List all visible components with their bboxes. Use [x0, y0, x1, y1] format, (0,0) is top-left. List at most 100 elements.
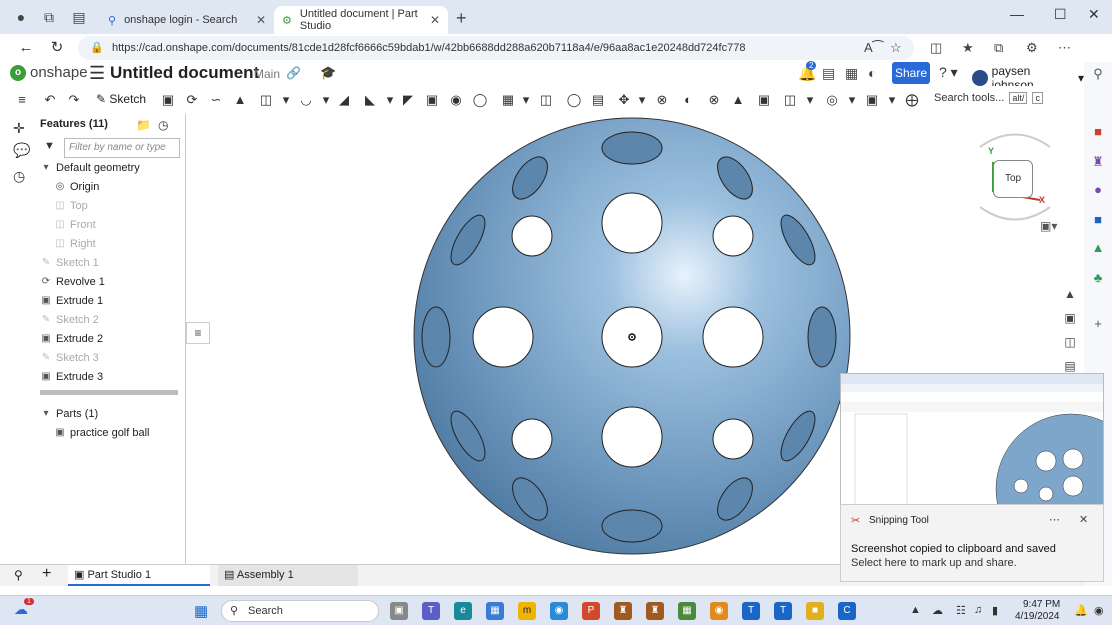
document-menu-icon[interactable]: ☰: [89, 63, 105, 84]
chevron-down-icon[interactable]: ▾: [382, 92, 398, 108]
delete-face-icon[interactable]: ⊗: [706, 92, 722, 108]
tree-group-parts[interactable]: ▾ Parts (1): [40, 406, 98, 422]
browser-tab-search[interactable]: ⚲ onshape login - Search ✕: [100, 6, 274, 34]
branch-label[interactable]: Main: [254, 67, 280, 81]
browser-tab-onshape[interactable]: ⚙ Untitled document | Part Studio ✕: [274, 6, 448, 34]
sketch-button[interactable]: ✎ Sketch: [96, 92, 146, 106]
app-icon-2[interactable]: ♜: [646, 602, 664, 620]
search-tools-button[interactable]: Search tools... alt/ c: [934, 92, 1043, 104]
tree-group-default-geometry[interactable]: ▾ Default geometry: [40, 160, 139, 176]
tree-icon[interactable]: ♣: [1091, 270, 1105, 285]
more-options-icon[interactable]: ⋯: [1049, 513, 1060, 526]
history-icon[interactable]: ◷: [13, 168, 25, 185]
pattern-icon[interactable]: ▦: [500, 92, 516, 108]
teams-icon[interactable]: T: [422, 602, 440, 620]
shell-icon[interactable]: ▣: [424, 92, 440, 108]
replace-face-icon[interactable]: ▣: [756, 92, 772, 108]
add-variable-icon[interactable]: ✛: [13, 120, 25, 137]
file-explorer-icon[interactable]: ■: [806, 602, 824, 620]
thicken-icon[interactable]: ◫: [258, 92, 274, 108]
tree-item-revolve-1[interactable]: ⟳ Revolve 1: [40, 274, 105, 290]
add-folder-icon[interactable]: 📁: [136, 118, 151, 132]
tree-item-extrude-2[interactable]: ▣ Extrude 2: [40, 331, 103, 347]
profile-icon[interactable]: ●: [12, 8, 30, 26]
powerpoint-icon[interactable]: P: [582, 602, 600, 620]
section-view-icon[interactable]: ◫: [1061, 335, 1079, 353]
onedrive-icon[interactable]: ☁: [932, 604, 943, 617]
chrome-icon[interactable]: ◉: [550, 602, 568, 620]
copilot-icon[interactable]: ◉: [1094, 604, 1104, 617]
drop-icon[interactable]: ▲: [1091, 240, 1105, 255]
tree-item-part[interactable]: ▣ practice golf ball: [54, 425, 149, 441]
tree-item-sketch-1[interactable]: ✎ Sketch 1: [40, 255, 99, 271]
custom-feature-icon[interactable]: ⨁: [904, 92, 920, 108]
chevron-down-icon[interactable]: ▾: [278, 92, 294, 108]
share-button[interactable]: Share: [892, 62, 930, 84]
chevron-down-icon[interactable]: ▾: [884, 92, 900, 108]
chevron-down-icon[interactable]: ▾: [802, 92, 818, 108]
more-menu-icon[interactable]: ⋯: [1058, 40, 1071, 56]
search-icon[interactable]: ⚲: [1091, 66, 1105, 82]
chevron-down-icon[interactable]: ▾: [318, 92, 334, 108]
close-icon[interactable]: ✕: [1079, 513, 1088, 526]
fillet-icon[interactable]: ◡: [298, 92, 314, 108]
split-screen-icon[interactable]: ◫: [930, 40, 942, 56]
loft-icon[interactable]: ▲: [232, 92, 248, 108]
view-options-icon[interactable]: ▣▾: [1040, 219, 1057, 233]
app-store-icon[interactable]: ▦: [845, 65, 858, 82]
volume-icon[interactable]: ♫: [974, 604, 982, 616]
list-toggle-icon[interactable]: ≡: [186, 322, 210, 344]
url-field[interactable]: 🔒 https://cad.onshape.com/documents/81cd…: [78, 36, 914, 60]
app-icon-1[interactable]: ♜: [614, 602, 632, 620]
new-tab-icon[interactable]: +: [456, 8, 467, 29]
move-face-icon[interactable]: ▲: [730, 92, 746, 108]
close-tab-icon[interactable]: ✕: [430, 13, 440, 27]
help-icon[interactable]: ? ▾: [939, 64, 958, 81]
tab-actions-icon[interactable]: ▤: [70, 8, 88, 26]
mate-connector-icon[interactable]: ◎: [824, 92, 840, 108]
feature-list-toggle-icon[interactable]: ≡: [14, 92, 30, 108]
favorite-star-icon[interactable]: ☆: [890, 40, 902, 56]
tree-item-right-plane[interactable]: ◫ Right: [54, 236, 95, 252]
add-tab-icon[interactable]: +: [42, 565, 51, 583]
boolean-icon[interactable]: ◯: [566, 92, 582, 108]
app-icon-4[interactable]: T: [742, 602, 760, 620]
tools-icon[interactable]: ♜: [1091, 154, 1105, 170]
app-icon-3[interactable]: ▦: [678, 602, 696, 620]
shopping-icon[interactable]: ■: [1091, 124, 1105, 139]
undo-icon[interactable]: ↶: [42, 92, 58, 108]
cylinder-icon[interactable]: ◯: [472, 92, 488, 108]
search-tabs-icon[interactable]: ⚲: [14, 568, 23, 582]
add-icon[interactable]: +: [1091, 316, 1105, 331]
mirror-icon[interactable]: ◫: [538, 92, 554, 108]
tree-item-top-plane[interactable]: ◫ Top: [54, 198, 87, 214]
tab-part-studio[interactable]: ▣ Part Studio 1: [68, 565, 210, 586]
draft-icon[interactable]: ◣: [362, 92, 378, 108]
delete-part-icon[interactable]: ⊗: [654, 92, 670, 108]
tab-assembly[interactable]: ▤ Assembly 1: [218, 565, 358, 586]
appearance-icon[interactable]: ▲: [1061, 287, 1079, 305]
chevron-up-icon[interactable]: ▲: [910, 604, 921, 616]
close-tab-icon[interactable]: ✕: [256, 13, 266, 27]
hole-icon[interactable]: ◉: [448, 92, 464, 108]
transform-icon[interactable]: ✥: [616, 92, 632, 108]
tree-item-front-plane[interactable]: ◫ Front: [54, 217, 95, 233]
plane-icon[interactable]: ◫: [782, 92, 798, 108]
rollback-bar[interactable]: [40, 390, 178, 395]
tree-item-extrude-1[interactable]: ▣ Extrude 1: [40, 293, 103, 309]
workspaces-icon[interactable]: ⧉: [40, 8, 58, 26]
games-icon[interactable]: ●: [1091, 182, 1105, 197]
modify-fillet-icon[interactable]: ◐: [680, 92, 696, 108]
tree-item-extrude-3[interactable]: ▣ Extrude 3: [40, 369, 103, 385]
document-list-icon[interactable]: ▤: [822, 65, 835, 82]
theme-icon[interactable]: ◐: [868, 65, 876, 81]
start-icon[interactable]: ▦: [194, 602, 208, 620]
edge-icon[interactable]: e: [454, 602, 472, 620]
mdp-icon[interactable]: m: [518, 602, 536, 620]
filter-icon[interactable]: ▼: [44, 140, 55, 152]
rollback-timer-icon[interactable]: ◷: [158, 118, 168, 132]
rib-icon[interactable]: ◤: [400, 92, 416, 108]
onshape-logo[interactable]: o onshape: [10, 64, 88, 81]
sheet-metal-icon[interactable]: ▣: [864, 92, 880, 108]
redo-icon[interactable]: ↷: [66, 92, 82, 108]
